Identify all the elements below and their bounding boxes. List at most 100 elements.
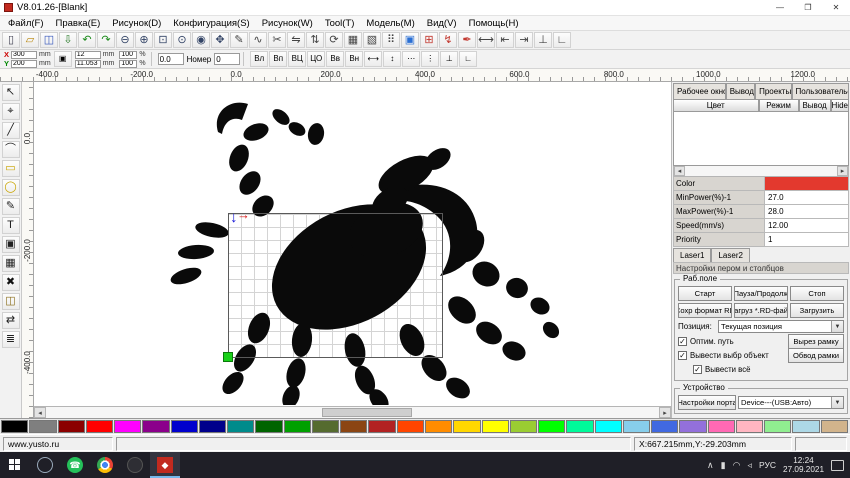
param-value[interactable]: 12.00 <box>765 219 849 233</box>
clock[interactable]: 12:24 27.09.2021 <box>783 456 824 475</box>
zoom-selection-icon[interactable]: ◉ <box>192 32 210 48</box>
datum-corner-icon[interactable]: ∟ <box>553 32 571 48</box>
redo-icon[interactable]: ↷ <box>97 32 115 48</box>
scroll-thumb[interactable] <box>322 408 412 417</box>
align-horizontal-icon[interactable]: ⇤ <box>496 32 514 48</box>
mirror-vertical-icon[interactable]: ⇅ <box>306 32 324 48</box>
pen-tool[interactable]: ✎ <box>2 198 20 215</box>
palette-swatch[interactable] <box>397 420 424 433</box>
palette-swatch[interactable] <box>679 420 706 433</box>
height-input[interactable] <box>75 60 101 68</box>
menu-item[interactable]: Файл(F) <box>2 18 50 29</box>
park-position-button[interactable]: ⊥ <box>440 51 458 67</box>
palette-swatch[interactable] <box>595 420 622 433</box>
distribute-icon[interactable]: ⊥ <box>534 32 552 48</box>
array-tool[interactable]: ▦ <box>2 255 20 272</box>
selection-anchor-handle[interactable] <box>223 352 233 362</box>
output-all-checkbox[interactable]: ✓ <box>693 365 702 374</box>
text-tool[interactable]: T <box>2 217 20 234</box>
rectangle-tool[interactable]: ▭ <box>2 160 20 177</box>
menu-item[interactable]: Помощь(H) <box>463 18 525 29</box>
taskbar-app-browser[interactable] <box>120 452 150 478</box>
pen-settings-icon[interactable]: ✒ <box>458 32 476 48</box>
palette-swatch[interactable] <box>1 420 28 433</box>
layer-list-scrollbar[interactable]: ◂ ▸ <box>673 166 849 177</box>
crab-artwork[interactable] <box>34 82 670 405</box>
cut-curve-icon[interactable]: ✂ <box>268 32 286 48</box>
scroll-track[interactable] <box>46 407 659 418</box>
ungroup-icon[interactable]: ▧ <box>363 32 381 48</box>
zoom-out-icon[interactable]: ⊖ <box>116 32 134 48</box>
palette-swatch[interactable] <box>764 420 791 433</box>
canvas-horizontal-scrollbar[interactable]: ◂ ▸ <box>34 406 671 418</box>
zoom-in-icon[interactable]: ⊕ <box>135 32 153 48</box>
start-button[interactable] <box>0 452 30 478</box>
layer-column-header[interactable]: Режим <box>759 99 799 112</box>
scale-y-input[interactable] <box>119 60 137 68</box>
param-value[interactable]: 27.0 <box>765 191 849 205</box>
node-edit-tool[interactable]: ⌖ <box>2 103 20 120</box>
same-height-button[interactable]: ↕ <box>383 51 401 67</box>
mirror-tool[interactable]: ⇄ <box>2 312 20 329</box>
layer-column-header[interactable]: Hide <box>831 99 849 112</box>
param-value[interactable]: 28.0 <box>765 205 849 219</box>
start-button[interactable]: Старт <box>678 286 732 301</box>
panel-tab[interactable]: Пользовательс <box>792 83 849 99</box>
group-icon[interactable]: ▦ <box>344 32 362 48</box>
align-vertical-icon[interactable]: ⇥ <box>515 32 533 48</box>
volume-icon[interactable]: ◃ <box>747 460 752 471</box>
x-position-input[interactable] <box>11 51 37 59</box>
scroll-left-arrow[interactable]: ◂ <box>34 407 46 418</box>
port-settings-button[interactable]: Настройки порта <box>678 395 736 410</box>
palette-swatch[interactable] <box>199 420 226 433</box>
offset-tool[interactable]: ▣ <box>2 236 20 253</box>
line-tool[interactable]: ╱ <box>2 122 20 139</box>
outline-frame-button[interactable]: Обвод рамки <box>788 348 844 363</box>
origin-button[interactable]: ∟ <box>459 51 477 67</box>
weld-tool[interactable]: ◫ <box>2 293 20 310</box>
preview-monitor-icon[interactable]: ▣ <box>401 32 419 48</box>
load-rd-button[interactable]: Загруз *.RD-файл <box>734 303 788 318</box>
param-value[interactable]: 1 <box>765 233 849 247</box>
palette-swatch[interactable] <box>425 420 452 433</box>
menu-item[interactable]: Рисунок(D) <box>106 18 167 29</box>
close-button[interactable]: ✕ <box>822 0 850 15</box>
palette-swatch[interactable] <box>821 420 848 433</box>
pause-button[interactable]: Пауза/Продолж <box>734 286 788 301</box>
menu-item[interactable]: Рисунок(W) <box>256 18 319 29</box>
align-bottom-button[interactable]: Вн <box>345 51 363 67</box>
rotate-icon[interactable]: ⟳ <box>325 32 343 48</box>
palette-swatch[interactable] <box>453 420 480 433</box>
device-dropdown[interactable]: Device---(USB:Авто) ▼ <box>738 396 844 409</box>
curve-smooth-icon[interactable]: ∿ <box>249 32 267 48</box>
language-indicator[interactable]: РУС <box>759 460 776 470</box>
optimize-path-checkbox[interactable]: ✓ <box>678 337 687 346</box>
palette-swatch[interactable] <box>368 420 395 433</box>
menu-item[interactable]: Правка(E) <box>50 18 107 29</box>
align-top-button[interactable]: Вв <box>326 51 344 67</box>
chevron-down-icon[interactable]: ▼ <box>831 397 843 408</box>
y-position-input[interactable] <box>11 60 37 68</box>
distribute-v-button[interactable]: ⋮ <box>421 51 439 67</box>
taskbar-app-rdworks[interactable]: ◆ <box>150 452 180 478</box>
scroll-left-arrow[interactable]: ◂ <box>674 166 685 176</box>
palette-swatch[interactable] <box>510 420 537 433</box>
palette-swatch[interactable] <box>312 420 339 433</box>
palette-swatch[interactable] <box>340 420 367 433</box>
palette-swatch[interactable] <box>114 420 141 433</box>
align-center-button[interactable]: ВЦ <box>288 51 306 67</box>
output-order-tool[interactable]: ≣ <box>2 331 20 348</box>
palette-swatch[interactable] <box>651 420 678 433</box>
layer-column-header[interactable]: Цвет <box>673 99 759 112</box>
lock-ratio-icon[interactable]: ▣ <box>54 51 72 67</box>
maximize-button[interactable]: ❐ <box>794 0 822 15</box>
rotate-angle-input[interactable] <box>158 53 184 65</box>
scroll-right-arrow[interactable]: ▸ <box>837 166 848 176</box>
pan-view-icon[interactable]: ✥ <box>211 32 229 48</box>
palette-swatch[interactable] <box>171 420 198 433</box>
palette-swatch[interactable] <box>284 420 311 433</box>
menu-item[interactable]: Tool(T) <box>319 18 361 29</box>
stop-button[interactable]: Стоп <box>790 286 844 301</box>
import-file-icon[interactable]: ⇩ <box>59 32 77 48</box>
hidden-icons-chevron[interactable]: ∧ <box>707 460 714 471</box>
